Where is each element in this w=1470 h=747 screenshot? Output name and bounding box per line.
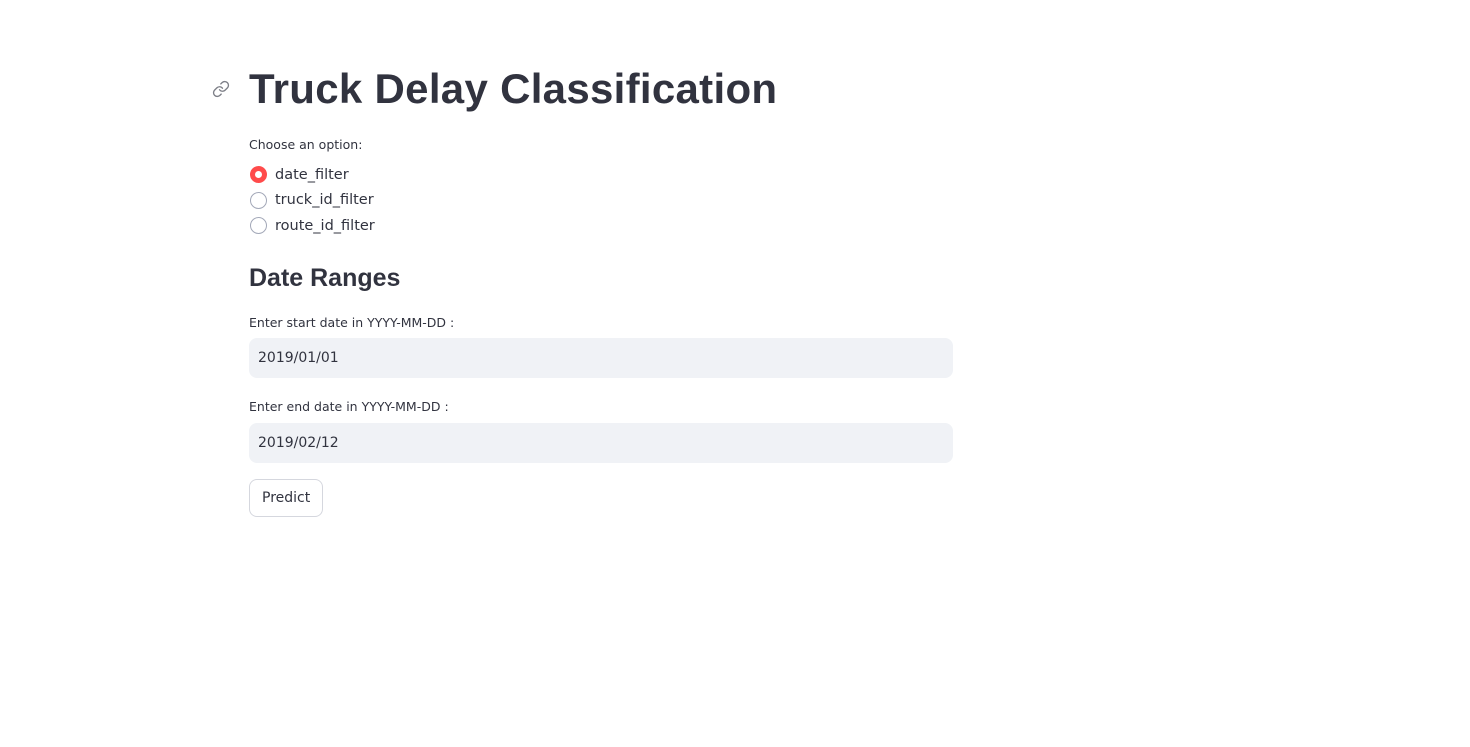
radio-unselected-icon[interactable] <box>250 191 267 209</box>
link-icon[interactable] <box>211 79 231 99</box>
radio-unselected-icon[interactable] <box>250 217 267 235</box>
option-radio-group: date_filter truck_id_filter route_id_fil… <box>250 162 375 239</box>
page-title: Truck Delay Classification <box>249 65 778 112</box>
predict-button[interactable]: Predict <box>249 479 324 517</box>
radio-option-label: truck_id_filter <box>275 192 374 209</box>
end-date-input[interactable] <box>249 423 953 463</box>
start-date-label: Enter start date in YYYY-MM-DD : <box>249 315 455 330</box>
end-date-label: Enter end date in YYYY-MM-DD : <box>249 399 449 414</box>
radio-option-label: date_filter <box>275 166 349 183</box>
radio-option-label: route_id_filter <box>275 217 375 234</box>
app-page: Truck Delay Classification Choose an opt… <box>0 0 1470 747</box>
radio-option-route-id-filter[interactable]: route_id_filter <box>250 213 375 239</box>
radio-selected-icon[interactable] <box>250 166 267 184</box>
option-selector-label: Choose an option: <box>249 137 363 152</box>
start-date-input[interactable] <box>249 338 953 378</box>
radio-option-truck-id-filter[interactable]: truck_id_filter <box>250 188 375 214</box>
date-ranges-heading: Date Ranges <box>249 264 401 292</box>
radio-option-date-filter[interactable]: date_filter <box>250 162 375 188</box>
